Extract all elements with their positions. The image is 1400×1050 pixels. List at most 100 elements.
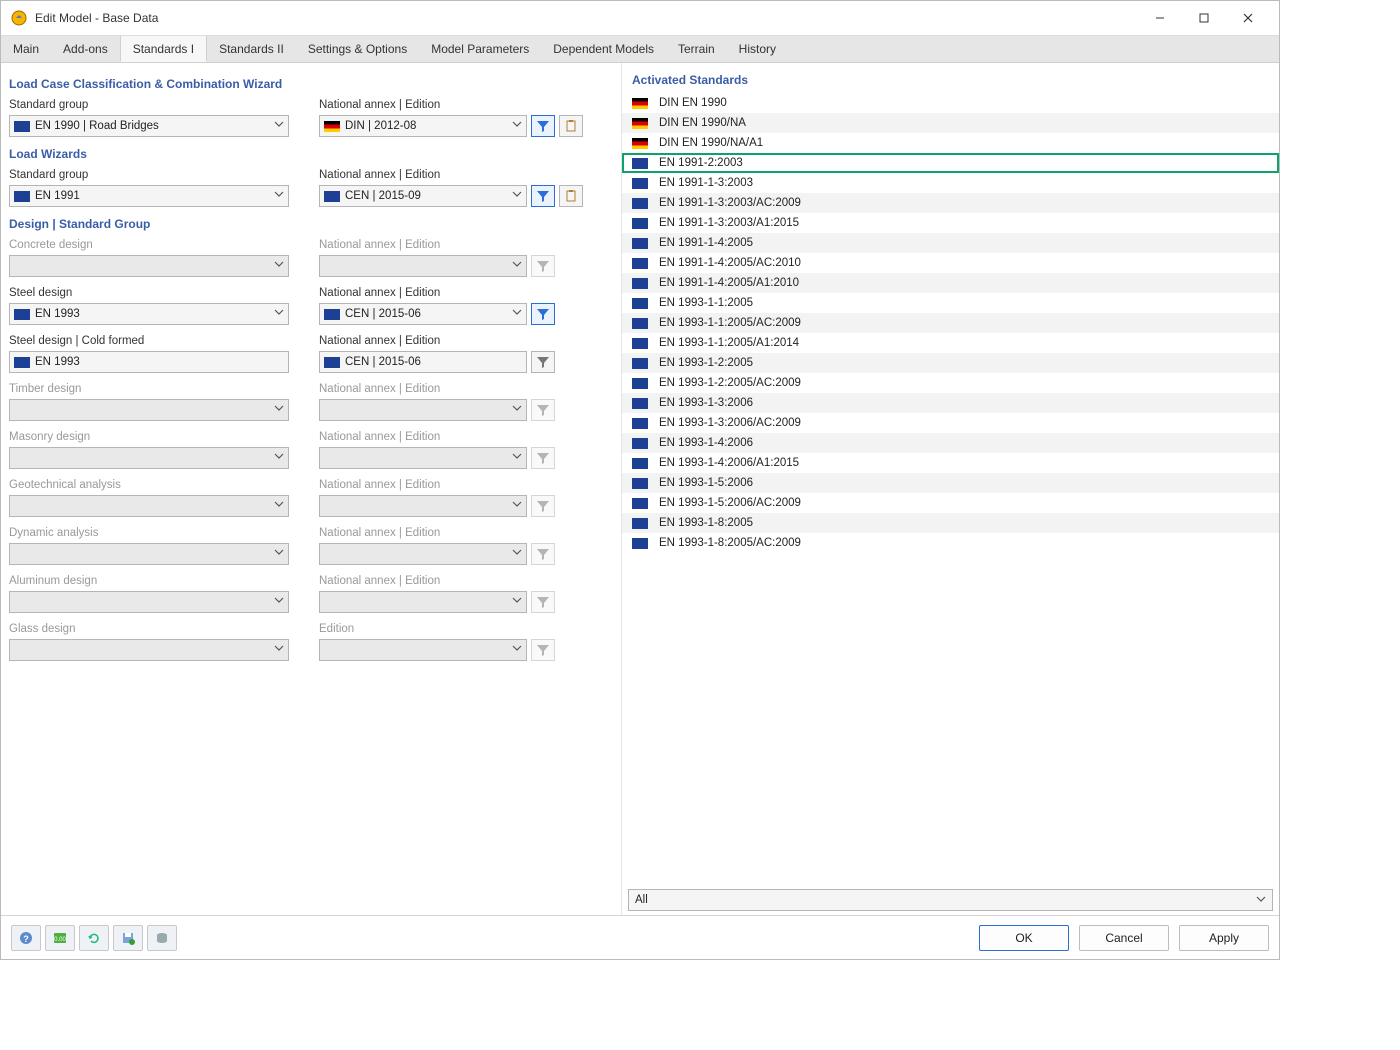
sg-select-aluminum (9, 591, 289, 613)
eu-flag-icon (632, 398, 648, 409)
activated-standard-item[interactable]: DIN EN 1990/NA/A1 (622, 133, 1279, 153)
tab-dependent-models[interactable]: Dependent Models (541, 36, 666, 62)
activated-standard-item[interactable]: EN 1993-1-2:2005/AC:2009 (622, 373, 1279, 393)
activated-standard-item[interactable]: DIN EN 1990/NA (622, 113, 1279, 133)
cancel-button[interactable]: Cancel (1079, 925, 1169, 951)
eu-flag-icon (632, 298, 648, 309)
eu-flag-icon (632, 438, 648, 449)
minimize-button[interactable] (1139, 4, 1181, 32)
tab-standards-i[interactable]: Standards I (120, 36, 207, 62)
na-select-lw[interactable]: CEN | 2015-09 (319, 185, 527, 207)
filter-button-timber (531, 399, 555, 421)
clipboard-button-lw[interactable] (559, 185, 583, 207)
sg-select-steel[interactable]: EN 1993 (9, 303, 289, 325)
activated-standard-item[interactable]: EN 1993-1-1:2005/A1:2014 (622, 333, 1279, 353)
standard-name: EN 1991-1-4:2005/A1:2010 (659, 277, 799, 289)
activated-standard-item[interactable]: EN 1993-1-2:2005 (622, 353, 1279, 373)
activated-standards-list: DIN EN 1990DIN EN 1990/NA DIN EN 1990/NA/… (622, 93, 1279, 885)
sg-label-aluminum: Aluminum design (9, 575, 299, 587)
na-label-glass: Edition (319, 623, 613, 635)
activated-standard-item[interactable]: EN 1993-1-4:2006 (622, 433, 1279, 453)
reset-button[interactable] (79, 925, 109, 951)
section-title-design: Design | Standard Group (9, 217, 613, 231)
sg-select-steel-cold[interactable]: EN 1993 (9, 351, 289, 373)
activated-standard-item[interactable]: EN 1993-1-3:2006/AC:2009 (622, 413, 1279, 433)
activated-standard-item[interactable]: EN 1993-1-8:2005/AC:2009 (622, 533, 1279, 553)
tab-model-parameters[interactable]: Model Parameters (419, 36, 541, 62)
sg-select-lw[interactable]: EN 1991 (9, 185, 289, 207)
eu-flag-icon (632, 338, 648, 349)
tab-history[interactable]: History (727, 36, 788, 62)
close-button[interactable] (1227, 4, 1269, 32)
help-button[interactable]: ? (11, 925, 41, 951)
tab-standards-ii[interactable]: Standards II (207, 36, 296, 62)
filter-button-lw[interactable] (531, 185, 555, 207)
filter-button-steel-cold[interactable] (531, 351, 555, 373)
activated-standard-item[interactable]: EN 1993-1-1:2005/AC:2009 (622, 313, 1279, 333)
filter-button-geotech (531, 495, 555, 517)
tabs: MainAdd-onsStandards IStandards IISettin… (1, 35, 1279, 63)
activated-standard-item[interactable]: EN 1991-2:2003 (622, 153, 1279, 173)
na-select-steel-cold[interactable]: CEN | 2015-06 (319, 351, 527, 373)
tab-main[interactable]: Main (1, 36, 51, 62)
units-button[interactable]: 0.00 (45, 925, 75, 951)
eu-flag-icon (632, 278, 648, 289)
sg-select-timber (9, 399, 289, 421)
activated-standard-item[interactable]: EN 1993-1-5:2006 (622, 473, 1279, 493)
tab-settings-options[interactable]: Settings & Options (296, 36, 419, 62)
activated-standards-title: Activated Standards (622, 63, 1279, 93)
filter-button-steel[interactable] (531, 303, 555, 325)
ok-button[interactable]: OK (979, 925, 1069, 951)
eu-flag-icon (632, 258, 648, 269)
sg-select-geotech (9, 495, 289, 517)
sg-label-masonry: Masonry design (9, 431, 299, 443)
na-select-concrete (319, 255, 527, 277)
section-title-lcc: Load Case Classification & Combination W… (9, 77, 613, 91)
activated-filter-select[interactable]: All (628, 889, 1273, 911)
activated-standard-item[interactable]: EN 1991-1-3:2003 (622, 173, 1279, 193)
activated-standard-item[interactable]: EN 1993-1-8:2005 (622, 513, 1279, 533)
na-select-steel[interactable]: CEN | 2015-06 (319, 303, 527, 325)
maximize-button[interactable] (1183, 4, 1225, 32)
eu-flag-icon (324, 191, 340, 202)
standard-name: EN 1991-1-3:2003/A1:2015 (659, 217, 799, 229)
sg-label-glass: Glass design (9, 623, 299, 635)
standard-name: EN 1993-1-5:2006 (659, 477, 753, 489)
save-defaults-button[interactable] (113, 925, 143, 951)
filter-button-lcc[interactable] (531, 115, 555, 137)
activated-standard-item[interactable]: EN 1993-1-1:2005 (622, 293, 1279, 313)
standard-name: DIN EN 1990/NA/A1 (659, 137, 763, 149)
sg-select-dynamic (9, 543, 289, 565)
eu-flag-icon (632, 178, 648, 189)
na-label-lcc: National annex | Edition (319, 99, 613, 111)
titlebar: Edit Model - Base Data (1, 1, 1279, 35)
eu-flag-icon (14, 191, 30, 202)
activated-standard-item[interactable]: EN 1991-1-4:2005 (622, 233, 1279, 253)
sg-select-lcc[interactable]: EN 1990 | Road Bridges (9, 115, 289, 137)
activated-standard-item[interactable]: EN 1991-1-3:2003/AC:2009 (622, 193, 1279, 213)
activated-standard-item[interactable]: EN 1993-1-4:2006/A1:2015 (622, 453, 1279, 473)
activated-standard-item[interactable]: EN 1993-1-5:2006/AC:2009 (622, 493, 1279, 513)
filter-button-glass (531, 639, 555, 661)
eu-flag-icon (632, 158, 648, 169)
de-flag-icon (632, 138, 648, 149)
na-select-lcc[interactable]: DIN | 2012-08 (319, 115, 527, 137)
activated-standard-item[interactable]: EN 1991-1-3:2003/A1:2015 (622, 213, 1279, 233)
tab-add-ons[interactable]: Add-ons (51, 36, 120, 62)
activated-standard-item[interactable]: EN 1991-1-4:2005/A1:2010 (622, 273, 1279, 293)
na-label-masonry: National annex | Edition (319, 431, 613, 443)
standard-name: EN 1993-1-1:2005/AC:2009 (659, 317, 801, 329)
tab-terrain[interactable]: Terrain (666, 36, 727, 62)
eu-flag-icon (632, 198, 648, 209)
activated-standard-item[interactable]: DIN EN 1990 (622, 93, 1279, 113)
database-button[interactable] (147, 925, 177, 951)
activated-standard-item[interactable]: EN 1991-1-4:2005/AC:2010 (622, 253, 1279, 273)
apply-button[interactable]: Apply (1179, 925, 1269, 951)
na-select-glass (319, 639, 527, 661)
standard-name: EN 1991-1-3:2003/AC:2009 (659, 197, 801, 209)
na-select-geotech (319, 495, 527, 517)
section-title-lw: Load Wizards (9, 147, 613, 161)
activated-standard-item[interactable]: EN 1993-1-3:2006 (622, 393, 1279, 413)
clipboard-button-lcc[interactable] (559, 115, 583, 137)
sg-label-steel: Steel design (9, 287, 299, 299)
